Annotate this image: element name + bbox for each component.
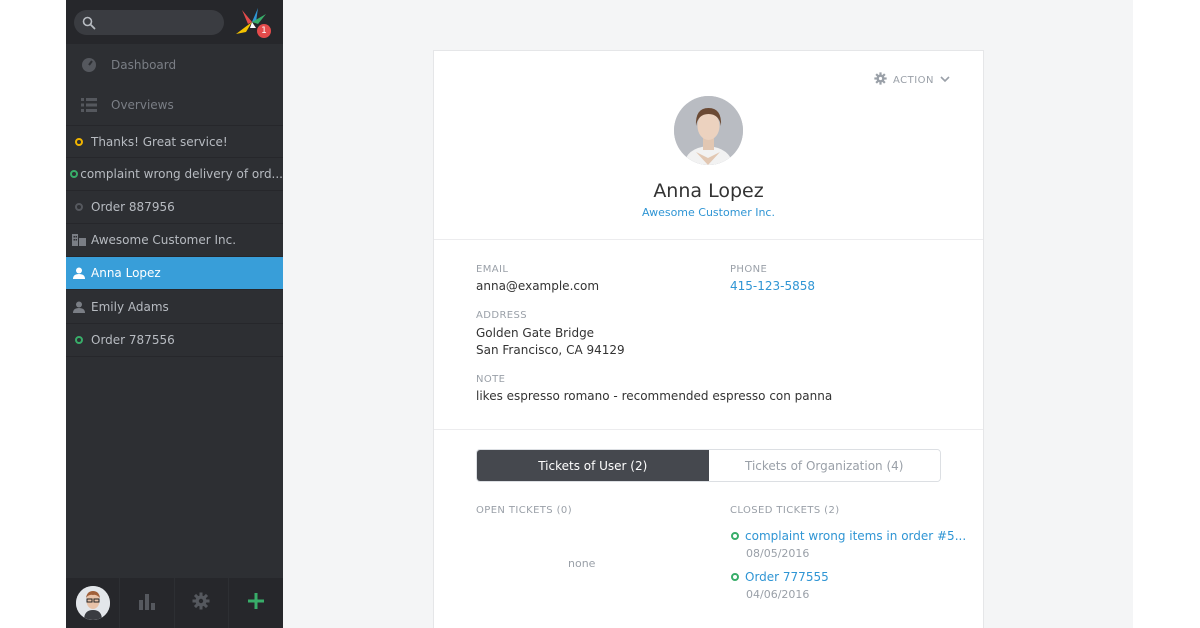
- task-label: Anna Lopez: [91, 266, 161, 280]
- user-organization-link[interactable]: Awesome Customer Inc.: [434, 206, 983, 219]
- sidebar: 1 Dashboard Overviews Thanks! Great serv…: [66, 0, 283, 628]
- ticket-open-icon: [75, 336, 83, 344]
- stats-button[interactable]: [120, 578, 175, 628]
- ticket-closed-icon: [75, 203, 83, 211]
- task-item[interactable]: Emily Adams: [66, 291, 283, 324]
- list-icon: [66, 98, 111, 112]
- search-icon: [82, 15, 96, 34]
- nav-dashboard[interactable]: Dashboard: [66, 45, 283, 85]
- organization-icon: [67, 234, 91, 246]
- gear-icon: [874, 72, 887, 88]
- user-avatar: [674, 96, 743, 165]
- nav-dashboard-label: Dashboard: [111, 58, 177, 72]
- phone-link[interactable]: 415-123-5858: [730, 278, 815, 295]
- user-icon: [67, 267, 91, 279]
- add-button[interactable]: [229, 578, 283, 628]
- email-label: EMAIL: [476, 264, 509, 275]
- settings-button[interactable]: [175, 578, 229, 628]
- action-dropdown[interactable]: ACTION: [874, 72, 950, 88]
- ticket-date: 04/06/2016: [746, 588, 810, 601]
- ticket-title-link[interactable]: Order 777555: [745, 570, 829, 584]
- task-label: Emily Adams: [91, 300, 169, 314]
- divider: [434, 429, 983, 430]
- tab-tickets-of-organization[interactable]: Tickets of Organization (4): [708, 450, 940, 481]
- phone-label: PHONE: [730, 264, 768, 275]
- sidebar-topbar: 1: [66, 0, 283, 44]
- closed-ticket-item[interactable]: Order 777555 04/06/2016: [731, 570, 829, 601]
- closed-tickets-label: CLOSED TICKETS (2): [730, 505, 840, 516]
- right-margin: [1133, 0, 1200, 628]
- stats-icon: [138, 592, 156, 614]
- email-value[interactable]: anna@example.com: [476, 278, 599, 295]
- task-item[interactable]: Order 887956: [66, 191, 283, 224]
- nav-overviews-label: Overviews: [111, 98, 174, 112]
- note-label: NOTE: [476, 374, 506, 385]
- address-line1[interactable]: Golden Gate Bridge: [476, 325, 594, 342]
- open-tickets-empty: none: [568, 557, 596, 570]
- user-menu-button[interactable]: [66, 578, 121, 628]
- task-item[interactable]: Thanks! Great service!: [66, 125, 283, 158]
- chevron-down-icon: [940, 75, 950, 86]
- ticket-tabs: Tickets of User (2) Tickets of Organizat…: [476, 449, 941, 482]
- task-item-active[interactable]: Anna Lopez: [66, 257, 283, 290]
- notification-badge[interactable]: 1: [257, 24, 271, 38]
- note-value[interactable]: likes espresso romano - recommended espr…: [476, 388, 832, 405]
- task-label: complaint wrong delivery of ord...: [80, 167, 283, 181]
- task-label: Thanks! Great service!: [91, 134, 228, 149]
- divider: [434, 239, 983, 240]
- ticket-title-link[interactable]: complaint wrong items in order #5...: [745, 529, 966, 543]
- task-item[interactable]: Awesome Customer Inc.: [66, 224, 283, 257]
- task-label: Order 787556: [91, 333, 175, 347]
- open-tickets-label: OPEN TICKETS (0): [476, 505, 572, 516]
- user-profile-card: ACTION Anna Lopez Awesome Customer Inc. …: [433, 50, 984, 628]
- task-label: Awesome Customer Inc.: [91, 233, 237, 247]
- ticket-open-icon: [75, 137, 83, 146]
- address-label: ADDRESS: [476, 310, 528, 321]
- user-icon: [67, 301, 91, 313]
- action-label: ACTION: [892, 74, 934, 86]
- avatar: [75, 586, 110, 620]
- task-item[interactable]: Order 787556: [66, 324, 283, 357]
- plus-icon: [247, 593, 264, 613]
- tab-tickets-of-user[interactable]: Tickets of User (2): [477, 450, 709, 481]
- gear-icon: [192, 592, 210, 614]
- search-input[interactable]: [74, 10, 224, 35]
- sidebar-bottombar: [66, 578, 283, 628]
- nav-overviews[interactable]: Overviews: [66, 85, 283, 125]
- ticket-open-icon: [731, 573, 739, 581]
- task-label: Order 887956: [91, 200, 175, 214]
- user-name: Anna Lopez: [653, 180, 764, 202]
- ticket-date: 08/05/2016: [746, 547, 810, 560]
- address-line2[interactable]: San Francisco, CA 94129: [476, 342, 625, 359]
- dashboard-icon: [66, 57, 111, 73]
- task-item[interactable]: complaint wrong delivery of ord...: [66, 158, 283, 191]
- closed-ticket-item[interactable]: complaint wrong items in order #5... 08/…: [731, 529, 966, 560]
- main-content: ACTION Anna Lopez Awesome Customer Inc. …: [283, 0, 1133, 628]
- ticket-open-icon: [731, 532, 739, 540]
- ticket-open-icon: [69, 170, 78, 178]
